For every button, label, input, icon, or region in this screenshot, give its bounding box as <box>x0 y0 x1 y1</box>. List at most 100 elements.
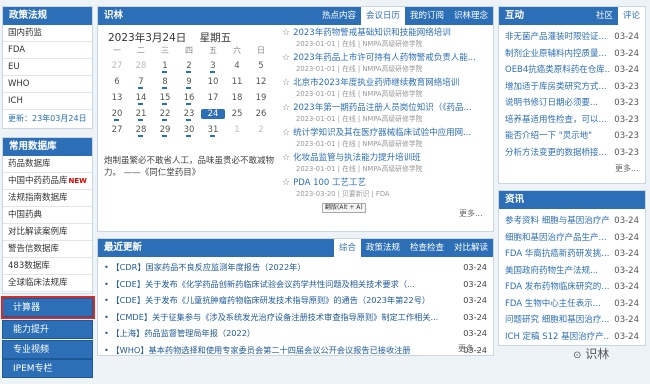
resource-text[interactable]: 美国政府药物生产法规... <box>505 263 598 280</box>
calendar-day[interactable]: 12 <box>249 77 273 87</box>
resource-item[interactable]: 美国政府药物生产法规... 03-24 <box>505 263 639 280</box>
interaction-item[interactable]: 能否介绍一下 "灵示地" 03-23 <box>505 128 639 145</box>
resource-text[interactable]: FDA 华裔抗癌新药研发挑... <box>505 246 609 263</box>
resource-item[interactable]: FDA 发布药物临床研究的... 03-24 <box>505 279 639 296</box>
star-icon[interactable]: ☆ <box>282 53 290 63</box>
resource-text[interactable]: ICH 定稿 S12 基因治疗产... <box>505 329 610 346</box>
tab[interactable]: 评论 <box>617 7 645 25</box>
event-item[interactable]: ☆ 北京市2023年度执业药师继续教育网络培训 2023-01-01 | 在线 | … <box>282 76 494 98</box>
calendar-day[interactable]: 16 <box>177 93 201 105</box>
tab[interactable]: 检查检查 <box>405 239 449 257</box>
event-item[interactable]: ☆ 2023年第一期药品注册人员岗位知识（《药品... 2023-01-01 | 在… <box>282 101 494 123</box>
event-title[interactable]: PDA 100 工艺工艺 <box>293 178 366 188</box>
star-icon[interactable]: ☆ <box>282 28 290 38</box>
update-item[interactable]: • 【WHO】基本药物选择和使用专家委员会第二十四届会议公开会议报告已接收注册 0… <box>98 342 493 356</box>
update-text[interactable]: 【CDE】关于发布《儿童抗肿瘤药物临床研发技术指导原则》的通告（2023年第22… <box>111 295 430 305</box>
database-item[interactable]: 全球临床法规库 <box>3 275 92 292</box>
update-item[interactable]: • 【上海】药品监督管理局年报（2022） 03-24 <box>98 325 493 342</box>
interaction-item[interactable]: 制剂企业原辅料内控质量... 03-24 <box>505 46 639 63</box>
tab[interactable]: 识林理念 <box>449 7 493 25</box>
database-item[interactable]: 中国中药药品库NEW <box>3 173 92 190</box>
resource-item[interactable]: FDA 生物中心主任表示... 03-24 <box>505 296 639 313</box>
event-item[interactable]: ☆ PDA 100 工艺工艺 2023-03-20 | 贝要新识 | FDA <box>282 176 494 198</box>
calendar-day[interactable]: 17 <box>201 93 225 103</box>
calendar-day[interactable]: 28 <box>129 61 153 71</box>
calendar-day[interactable]: 10 <box>201 77 225 87</box>
interaction-text[interactable]: 说明书修订日期必须要... <box>505 95 598 112</box>
calendar-day[interactable]: 19 <box>249 93 273 103</box>
calendar-day[interactable]: 23 <box>177 109 201 121</box>
calendar-day[interactable]: 24 <box>201 109 225 119</box>
interaction-text[interactable]: OEB4抗癌类原料药在仓库... <box>505 62 610 79</box>
calendar-day[interactable]: 8 <box>153 77 177 89</box>
calendar-day[interactable]: 13 <box>105 93 129 103</box>
database-item[interactable]: 483数据库 <box>3 258 92 275</box>
calendar-day[interactable]: 9 <box>177 77 201 89</box>
calendar-day[interactable]: 15 <box>153 93 177 105</box>
interaction-text[interactable]: 非无菌产品灌装时限验证... <box>505 29 607 46</box>
interaction-item[interactable]: 非无菌产品灌装时限验证... 03-24 <box>505 29 639 46</box>
update-text[interactable]: 【CDR】国家药品不良反应监测年度报告（2022年） <box>111 262 305 272</box>
calendar-day[interactable]: 22 <box>153 109 177 121</box>
resource-item[interactable]: FDA 华裔抗癌新药研发挑... 03-24 <box>505 246 639 263</box>
event-item[interactable]: ☆ 化妆品监管与执法能力提升培训班 2023-01-01 | 在线 | NMPA高级… <box>282 151 494 173</box>
interaction-item[interactable]: OEB4抗癌类原料药在仓库... 03-24 <box>505 62 639 79</box>
calendar-day[interactable]: 20 <box>105 109 129 121</box>
star-icon[interactable]: ☆ <box>282 153 290 163</box>
event-item[interactable]: ☆ 2023年药物警戒基础知识和技能网络培训 2023-01-01 | 在线 | N… <box>282 26 494 48</box>
event-title[interactable]: 2023年第一期药品注册人员岗位知识（《药品... <box>293 103 472 113</box>
interaction-text[interactable]: 增加适于库房类研究方式... <box>505 79 607 96</box>
event-item[interactable]: ☆ 2023年药品上市许可持有人药物警戒负责人能... 2023-01-01 | 在… <box>282 51 494 73</box>
calendar-day[interactable]: 1 <box>153 61 177 73</box>
interaction-text[interactable]: 制剂企业原辅料内控质量... <box>505 46 607 63</box>
resource-text[interactable]: FDA 生物中心主任表示... <box>505 296 601 313</box>
policy-item[interactable]: WHO <box>3 76 92 93</box>
interaction-item[interactable]: 增加适于库房类研究方式... 03-23 <box>505 79 639 96</box>
star-icon[interactable]: ☆ <box>282 178 290 188</box>
update-text[interactable]: 【上海】药品监督管理局年报（2022） <box>111 328 255 338</box>
update-text[interactable]: 【CDE】关于发布《化学药品创新药临床试验会议药学共性问题及相关技术要求（... <box>111 279 414 289</box>
event-title[interactable]: 2023年药品上市许可持有人药物警戒负责人能... <box>293 53 476 63</box>
calendar-day[interactable]: 27 <box>105 61 129 71</box>
star-icon[interactable]: ☆ <box>282 103 290 113</box>
interaction-text[interactable]: 培养基适用性检查，可以... <box>505 112 607 129</box>
event-title[interactable]: 北京市2023年度执业药师继续教育网络培训 <box>293 78 459 88</box>
tab[interactable]: 社区 <box>591 7 618 25</box>
sidebar-button[interactable]: 专业视频 <box>2 340 93 359</box>
event-title[interactable]: 2023年药物警戒基础知识和技能网络培训 <box>293 28 451 38</box>
update-item[interactable]: • 【CDE】关于发布《儿童抗肿瘤药物临床研发技术指导原则》的通告（2023年第… <box>98 292 493 309</box>
policy-item[interactable]: EU <box>3 59 92 76</box>
calendar-day[interactable]: 7 <box>129 77 153 89</box>
event-title[interactable]: 化妆品监管与执法能力提升培训班 <box>293 153 421 163</box>
database-item[interactable]: 药品数据库 <box>3 156 92 173</box>
tab[interactable]: 政策法规 <box>361 239 405 257</box>
calendar-day[interactable]: 30 <box>177 125 201 137</box>
tab[interactable]: 会议日历 <box>360 7 405 25</box>
update-item[interactable]: • 【CMDE】关于征集参与《涉及系统发光治疗设备注册技术审查指导原则》制定工作… <box>98 309 493 326</box>
updates-more-link[interactable]: 更多... <box>458 343 482 354</box>
calendar-day[interactable]: 29 <box>153 125 177 137</box>
interaction-item[interactable]: 分析方法变更的数据桥接... 03-23 <box>505 145 639 162</box>
calendar-day[interactable]: 31 <box>201 125 225 137</box>
update-item[interactable]: • 【CDE】关于发布《化学药品创新药临床试验会议药学共性问题及相关技术要求（.… <box>98 276 493 293</box>
database-item[interactable]: 中国药典 <box>3 207 92 224</box>
tab[interactable]: 热点内容 <box>317 7 361 25</box>
calendar-day[interactable]: 14 <box>129 93 153 105</box>
sidebar-button[interactable]: IPEM专栏 <box>2 359 93 378</box>
interaction-text[interactable]: 分析方法变更的数据桥接... <box>505 145 607 162</box>
event-title[interactable]: 统计学知识及其在医疗器械临床试验中应用网... <box>293 128 471 138</box>
knowledge-more-link[interactable]: 更多... <box>459 208 483 219</box>
resource-text[interactable]: 参考资料 细胞与基因治疗产... <box>505 213 610 230</box>
interaction-more-link[interactable]: 更多... <box>615 163 639 174</box>
sidebar-button[interactable]: 能力提升 <box>2 320 93 339</box>
resource-text[interactable]: 细胞和基因治疗产品生产... <box>505 230 607 247</box>
policy-item[interactable]: 国内药监 <box>3 25 92 42</box>
tab[interactable]: 综合 <box>333 239 361 257</box>
calendar-day[interactable]: 1 <box>225 125 249 135</box>
calendar-day[interactable]: 5 <box>249 61 273 71</box>
interaction-text[interactable]: 能否介绍一下 "灵示地" <box>505 128 592 145</box>
star-icon[interactable]: ☆ <box>282 128 290 138</box>
calendar-day[interactable]: 6 <box>105 77 129 87</box>
resource-item[interactable]: 细胞和基因治疗产品生产... 03-24 <box>505 230 639 247</box>
calendar-day[interactable]: 28 <box>129 125 153 137</box>
